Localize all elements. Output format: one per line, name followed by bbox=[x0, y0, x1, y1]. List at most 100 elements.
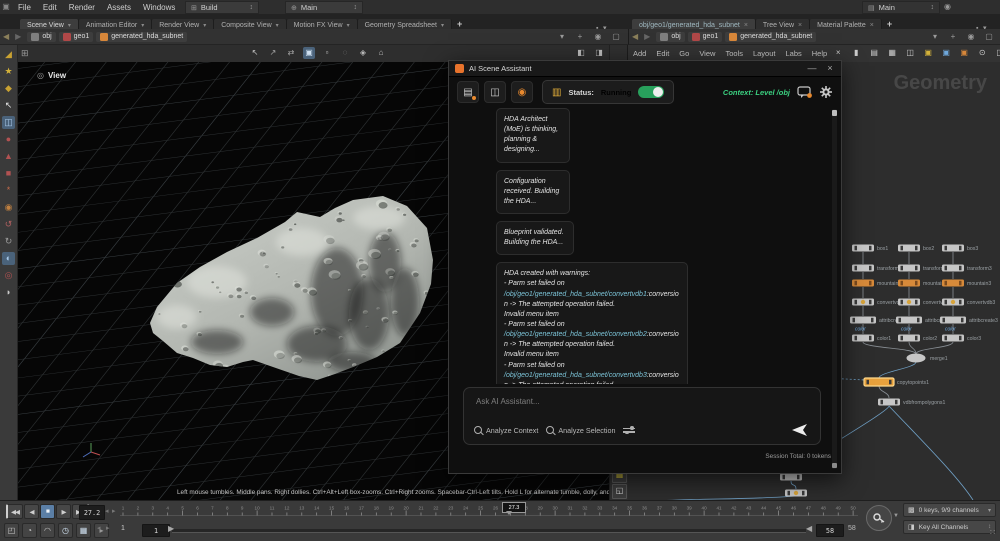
node-transform2[interactable]: transform2 bbox=[898, 265, 948, 273]
node-box2[interactable]: box2 bbox=[898, 245, 934, 253]
node-mountain1[interactable]: mountain1 bbox=[852, 280, 901, 288]
pose-tool-icon[interactable]: ● bbox=[2, 133, 15, 146]
snap-point-icon[interactable]: ▫ bbox=[321, 47, 333, 59]
chat-message-area[interactable]: HDA Architect (MoE) is thinking, plannin… bbox=[459, 108, 821, 384]
analyze-context-button[interactable]: Analyze Context bbox=[474, 426, 538, 435]
net-menu-view[interactable]: View bbox=[694, 49, 720, 58]
viewport-cam-icon[interactable]: ◎ bbox=[37, 71, 44, 80]
hand-tool-icon[interactable]: ◐ bbox=[2, 252, 15, 265]
dialog-titlebar[interactable]: AI Scene Assistant bbox=[449, 61, 841, 77]
net-badge-orange-icon[interactable]: ▣ bbox=[958, 47, 970, 59]
crumb-obj[interactable]: obj bbox=[656, 32, 684, 42]
snap-circle-icon[interactable]: ◌ bbox=[339, 47, 351, 59]
arc-red-tool-icon[interactable]: ↺ bbox=[2, 218, 15, 231]
net-frame-icon[interactable]: ◳ bbox=[994, 47, 1000, 59]
node-mountain3[interactable]: mountain3 bbox=[942, 280, 991, 288]
node-color3[interactable]: color3 bbox=[942, 335, 981, 343]
path-panes-icon[interactable]: ▢ bbox=[610, 31, 622, 43]
settings-gear-icon[interactable] bbox=[819, 85, 833, 99]
playbar-export-icon[interactable]: ◰ bbox=[4, 523, 19, 538]
stop-button[interactable]: ■ bbox=[40, 504, 55, 519]
playbar-audio-icon[interactable]: ◔ bbox=[22, 523, 37, 538]
snapshot-tool-icon[interactable]: ◆ bbox=[2, 82, 15, 95]
net-tools-icon[interactable]: × bbox=[832, 47, 844, 59]
snap-grid-icon[interactable]: ▣ bbox=[303, 47, 315, 59]
forward-arrow-icon-2[interactable]: ▶ bbox=[641, 32, 653, 41]
new-session-button[interactable] bbox=[457, 81, 479, 103]
target-button[interactable] bbox=[511, 81, 533, 103]
prev-key-icon[interactable]: ◂ bbox=[105, 507, 109, 515]
node-copytopoints1[interactable]: copytopoints1 bbox=[864, 378, 929, 386]
key-all-channels-dropdown[interactable]: ◨ Key All Channels ↕ bbox=[903, 520, 996, 534]
path-pin-icon[interactable]: + bbox=[574, 31, 586, 43]
chat-history-icon[interactable] bbox=[797, 86, 812, 99]
range-end-handle[interactable]: ◀ bbox=[806, 524, 812, 533]
minimize-button[interactable]: — bbox=[805, 63, 819, 73]
net-menu-tools[interactable]: Tools bbox=[720, 49, 748, 58]
timeline-ruler[interactable]: 1234567891011121314151617181920212223242… bbox=[118, 503, 860, 520]
range-start-handle[interactable]: ▶ bbox=[168, 524, 174, 533]
prompt-options-icon[interactable] bbox=[623, 426, 635, 435]
shade-mode-icon[interactable]: ◈ bbox=[357, 47, 369, 59]
add-tab-button-2[interactable]: + bbox=[882, 19, 897, 29]
analyze-selection-button[interactable]: Analyze Selection bbox=[546, 426, 615, 435]
jump-to-start-button[interactable]: ◀◀ bbox=[6, 504, 23, 519]
node-color1[interactable]: color1 bbox=[852, 335, 891, 343]
export-button[interactable] bbox=[484, 81, 506, 103]
net-menu-go[interactable]: Go bbox=[674, 49, 694, 58]
node-merge1[interactable]: merge1 bbox=[907, 354, 948, 363]
node-transform3[interactable]: transform3 bbox=[942, 265, 992, 273]
net-menu-edit[interactable]: Edit bbox=[651, 49, 674, 58]
path-dropdown-r-icon[interactable]: ▾ bbox=[929, 31, 941, 43]
character-tool-icon[interactable]: ▲ bbox=[2, 150, 15, 163]
menu-render[interactable]: Render bbox=[63, 3, 101, 12]
back-arrow-icon-2[interactable]: ◀ bbox=[629, 32, 641, 41]
node-box1[interactable]: box1 bbox=[852, 245, 888, 253]
net-badge-yellow-icon[interactable]: ▣ bbox=[922, 47, 934, 59]
lasso-mode-icon[interactable]: ↗ bbox=[267, 47, 279, 59]
play-forward-button[interactable]: ▶ bbox=[56, 504, 71, 519]
stowed-panel-icon-2[interactable]: ◱ bbox=[612, 484, 627, 499]
next-key-icon[interactable]: ▸ bbox=[112, 507, 116, 515]
path-pin-r-icon[interactable]: + bbox=[947, 31, 959, 43]
brush-mode-icon[interactable]: ⇄ bbox=[285, 47, 297, 59]
net-list-icon[interactable]: ▤ bbox=[868, 47, 880, 59]
node-transform1[interactable]: transform1 bbox=[852, 265, 902, 273]
node-mountain2[interactable]: mountain2 bbox=[898, 280, 947, 288]
net-menu-help[interactable]: Help bbox=[807, 49, 832, 58]
keys-summary-dropdown[interactable]: ▩ 0 keys, 9/9 channels ▾ bbox=[903, 503, 996, 517]
import-tool-icon[interactable]: ◢ bbox=[2, 48, 15, 61]
node-color2[interactable]: color2 bbox=[898, 335, 937, 343]
menu-edit[interactable]: Edit bbox=[37, 3, 63, 12]
range-start-field[interactable]: 1 bbox=[142, 524, 170, 537]
menu-file[interactable]: File bbox=[12, 3, 37, 12]
chat-scrollbar[interactable] bbox=[832, 109, 837, 469]
playbar-realtime-icon[interactable]: ◷ bbox=[58, 523, 73, 538]
range-next-icon[interactable]: ▸ bbox=[106, 524, 110, 532]
crumb-geo1[interactable]: geo1 bbox=[688, 32, 723, 42]
send-button[interactable] bbox=[790, 423, 810, 437]
camera-mode-icon[interactable]: ⌂ bbox=[375, 47, 387, 59]
prompt-input[interactable]: Ask AI Assistant... Analyze Context Anal… bbox=[463, 387, 821, 445]
node-n1[interactable] bbox=[780, 474, 802, 481]
net-zoom-icon[interactable]: ⊙ bbox=[976, 47, 988, 59]
arc-gray-tool-icon[interactable]: ↻ bbox=[2, 235, 15, 248]
select-tool-icon[interactable]: ↖ bbox=[2, 99, 15, 112]
play-reverse-button[interactable]: ◀ bbox=[24, 504, 39, 519]
ring-tool-icon[interactable]: ◎ bbox=[2, 269, 15, 282]
favorites-tool-icon[interactable]: ★ bbox=[2, 65, 15, 78]
node-convertvdb1[interactable]: convertvdb1 bbox=[852, 299, 905, 307]
net-flag-icon[interactable]: ▮ bbox=[850, 47, 862, 59]
select-mode-icon[interactable]: ↖ bbox=[249, 47, 261, 59]
node-convertvdb3[interactable]: convertvdb3 bbox=[942, 299, 995, 307]
playbar-arc-icon[interactable]: ◠ bbox=[40, 523, 55, 538]
menu-windows[interactable]: Windows bbox=[137, 3, 181, 12]
layout-quad-icon[interactable]: ◨ bbox=[593, 47, 605, 59]
add-tab-button[interactable]: + bbox=[452, 19, 467, 29]
net-menu-labs[interactable]: Labs bbox=[780, 49, 806, 58]
paint-tool-icon[interactable]: ◉ bbox=[2, 201, 15, 214]
cap-tool-icon[interactable]: ◗ bbox=[2, 286, 15, 299]
node-attribcreate3[interactable]: attribcreate3color bbox=[940, 317, 998, 333]
path-panes-r-icon[interactable]: ▢ bbox=[983, 31, 995, 43]
close-button[interactable]: × bbox=[823, 63, 837, 73]
